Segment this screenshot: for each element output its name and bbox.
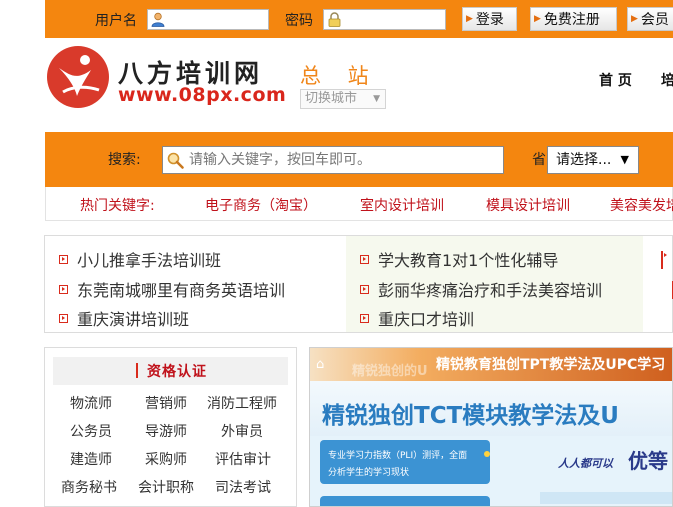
province-label: 省 bbox=[532, 152, 546, 168]
password-label: 密码 bbox=[285, 13, 313, 29]
banner-info-box-2 bbox=[320, 496, 490, 506]
member-button[interactable]: ▶ 会员 bbox=[627, 7, 673, 31]
bullet-icon bbox=[360, 313, 369, 323]
caret-down-icon: ▼ bbox=[373, 94, 380, 104]
arrow-right-icon: ▶ bbox=[631, 14, 638, 24]
username-label: 用户名 bbox=[95, 13, 137, 29]
hot-keywords-label: 热门关键字: bbox=[80, 198, 155, 214]
bullet-icon bbox=[661, 251, 663, 269]
banner-bottom-decoration bbox=[540, 492, 672, 504]
caret-down-icon: ▼ bbox=[620, 153, 629, 166]
category-link[interactable]: 营销师 bbox=[145, 393, 187, 413]
lock-icon bbox=[328, 12, 341, 27]
banner-faded-text: 精锐独创的U bbox=[352, 364, 428, 379]
banner-ad[interactable]: ⌂ 精锐独创的U 精锐教育独创TPT教学法及UPC学习 精锐独创TCT模块教学法… bbox=[309, 347, 673, 507]
category-link[interactable]: 公务员 bbox=[70, 421, 112, 441]
nav-training[interactable]: 培 bbox=[661, 70, 673, 90]
list-item[interactable]: 小儿推拿手法培训班 bbox=[59, 247, 221, 271]
category-link[interactable]: 评估审计 bbox=[215, 449, 271, 469]
banner-slogan: 人人都可以 bbox=[558, 457, 613, 470]
category-link[interactable]: 采购师 bbox=[145, 449, 187, 469]
home-icon: ⌂ bbox=[316, 357, 325, 372]
logo-mark[interactable] bbox=[47, 46, 109, 108]
list-item[interactable]: 彭丽华疼痛治疗和手法美容培训 bbox=[360, 277, 602, 301]
list-item[interactable]: 重庆演讲培训班 bbox=[59, 306, 189, 330]
category-title: 资格认证 bbox=[147, 364, 207, 380]
arrow-right-icon: ▶ bbox=[466, 14, 473, 24]
category-link[interactable]: 会计职称 bbox=[138, 477, 194, 497]
banner-headline: 精锐独创TCT模块教学法及U bbox=[322, 403, 619, 429]
dot-icon bbox=[484, 451, 490, 457]
category-link[interactable]: 导游师 bbox=[145, 421, 187, 441]
list-item[interactable]: 重庆口才培训 bbox=[360, 306, 474, 330]
arrow-right-icon: ▶ bbox=[534, 14, 541, 24]
banner-slogan-big: 优等 bbox=[628, 449, 668, 473]
list-item[interactable]: 东莞南城哪里有商务英语培训 bbox=[59, 277, 285, 301]
user-icon bbox=[151, 12, 165, 27]
banner-info-box: 专业学习力指数（PLI）测评，全面 分析学生的学习现状 bbox=[320, 440, 490, 484]
category-link[interactable]: 建造师 bbox=[70, 449, 112, 469]
bullet-icon bbox=[360, 254, 369, 264]
category-link[interactable]: 消防工程师 bbox=[207, 393, 277, 413]
nav-home[interactable]: 首 页 bbox=[599, 70, 632, 90]
hot-keyword[interactable]: 室内设计培训 bbox=[360, 195, 444, 215]
bullet-icon bbox=[59, 254, 68, 264]
hot-keyword[interactable]: 模具设计培训 bbox=[486, 195, 570, 215]
list-item[interactable]: 学大教育1对1个性化辅导 bbox=[360, 247, 558, 271]
station-title: 总 站 bbox=[300, 64, 379, 88]
category-link[interactable]: 商务秘书 bbox=[61, 477, 117, 497]
login-button[interactable]: ▶ 登录 bbox=[462, 7, 517, 31]
switch-city-dropdown[interactable]: 切换城市 ▼ bbox=[300, 89, 386, 109]
bullet-icon bbox=[59, 313, 68, 323]
banner-top-text: 精锐教育独创TPT教学法及UPC学习 bbox=[436, 357, 666, 373]
province-select[interactable]: 请选择... ▼ bbox=[547, 146, 639, 174]
category-link[interactable]: 司法考试 bbox=[215, 477, 271, 497]
password-input[interactable] bbox=[323, 9, 446, 30]
hot-keyword[interactable]: 美容美发培 bbox=[610, 195, 673, 215]
hot-keyword[interactable]: 电子商务（淘宝） bbox=[205, 195, 317, 215]
search-label: 搜索: bbox=[108, 152, 141, 168]
bullet-icon bbox=[360, 284, 369, 294]
register-button[interactable]: ▶ 免费注册 bbox=[530, 7, 617, 31]
search-icon bbox=[167, 152, 184, 169]
category-link[interactable]: 物流师 bbox=[70, 393, 112, 413]
username-input[interactable] bbox=[147, 9, 269, 30]
search-input[interactable]: 请输入关键字，按回车即可。 bbox=[162, 146, 504, 174]
bullet-icon bbox=[59, 284, 68, 294]
logo-figure-icon bbox=[49, 48, 107, 106]
category-marker bbox=[136, 363, 138, 378]
category-link[interactable]: 外审员 bbox=[221, 421, 263, 441]
logo-url: www.08px.com bbox=[118, 84, 287, 106]
